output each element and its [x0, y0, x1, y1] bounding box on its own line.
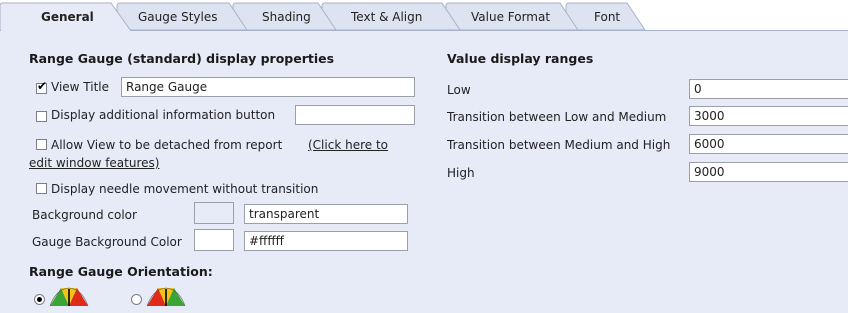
orientation-radio-2[interactable] — [131, 294, 142, 305]
needle-checkbox[interactable] — [36, 183, 47, 194]
gauge-background-color-label: Gauge Background Color — [32, 235, 182, 249]
gauge-background-color-input[interactable]: #ffffff — [244, 231, 408, 251]
detach-label: Allow View to be detached from report — [51, 138, 283, 152]
range-low-medium-input[interactable]: 3000 — [689, 106, 848, 126]
tab-text-align-label: Text & Align — [351, 10, 423, 24]
range-high-label: High — [447, 166, 475, 180]
tab-shading-label: Shading — [262, 10, 311, 24]
value-ranges-title: Value display ranges — [447, 51, 594, 66]
view-title-input[interactable]: Range Gauge — [121, 77, 415, 97]
gauge-orientation-2-icon — [146, 287, 186, 307]
range-medium-high-label: Transition between Medium and High — [447, 138, 671, 152]
view-title-label: View Title — [51, 80, 110, 94]
edit-window-features-link[interactable]: (Click here to — [308, 138, 388, 152]
orientation-radio-1[interactable] — [34, 294, 45, 305]
tab-general-label: General — [41, 10, 94, 24]
tab-shading[interactable]: Shading — [236, 3, 328, 31]
view-title-checkbox[interactable]: ✔ — [36, 79, 48, 94]
edit-window-features-link-cont[interactable]: edit window features) — [29, 156, 159, 170]
tab-value-format-label: Value Format — [471, 10, 551, 24]
tab-text-align[interactable]: Text & Align — [325, 3, 453, 31]
tab-bar: General Gauge Styles Shading Text & Alig… — [0, 0, 848, 32]
gauge-background-color-swatch[interactable] — [194, 229, 234, 251]
tab-font[interactable]: Font — [569, 3, 639, 31]
checkmark-icon: ✔ — [37, 79, 48, 93]
tab-value-format[interactable]: Value Format — [449, 3, 571, 31]
range-low-input[interactable]: 0 — [689, 79, 848, 99]
background-color-label: Background color — [32, 208, 137, 222]
info-button-checkbox[interactable] — [36, 111, 47, 122]
range-low-medium-label: Transition between Low and Medium — [447, 110, 667, 124]
tab-font-label: Font — [594, 10, 621, 24]
needle-label: Display needle movement without transiti… — [51, 182, 319, 196]
range-medium-high-input[interactable]: 6000 — [689, 134, 848, 154]
tab-gauge-styles-label: Gauge Styles — [138, 10, 218, 24]
tab-general[interactable]: General — [0, 3, 125, 31]
gauge-orientation-1-icon — [49, 287, 89, 307]
background-color-swatch[interactable] — [194, 202, 234, 224]
radio-selected-dot — [37, 297, 42, 302]
tab-gauge-styles[interactable]: Gauge Styles — [120, 3, 240, 31]
display-properties-title: Range Gauge (standard) display propertie… — [29, 51, 335, 66]
orientation-title: Range Gauge Orientation: — [29, 264, 213, 279]
range-high-input[interactable]: 9000 — [689, 162, 848, 182]
range-low-label: Low — [447, 83, 471, 97]
background-color-input[interactable]: transparent — [244, 204, 408, 224]
info-button-label: Display additional information button — [51, 108, 276, 122]
detach-checkbox[interactable] — [36, 139, 47, 150]
info-button-input[interactable] — [295, 105, 415, 125]
